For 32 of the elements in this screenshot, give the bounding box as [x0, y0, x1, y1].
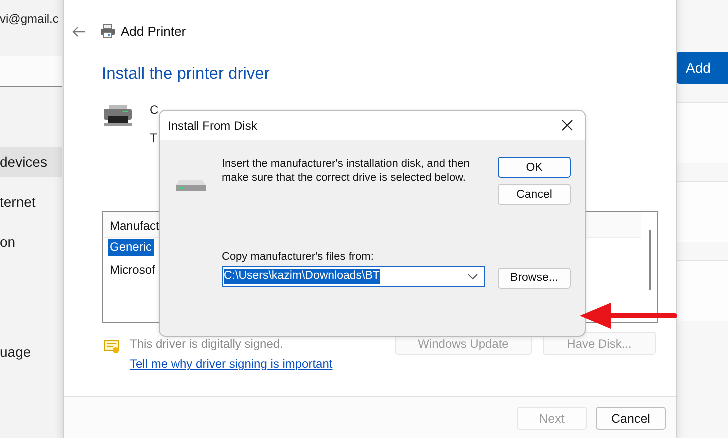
list-item[interactable]: Microsof — [108, 262, 158, 279]
signature-note: This driver is digitally signed. — [130, 336, 284, 350]
scrollbar[interactable] — [649, 230, 651, 290]
certificate-icon — [104, 340, 120, 354]
sidebar-item[interactable]: on — [0, 227, 62, 257]
footer-button[interactable]: Cancel — [596, 407, 666, 430]
search-field[interactable] — [0, 56, 62, 87]
sidebar-item[interactable]: devices — [0, 147, 62, 177]
chevron-down-icon — [468, 274, 478, 280]
back-arrow-icon — [72, 26, 86, 38]
dialog-button[interactable]: Cancel — [498, 184, 571, 205]
dialog-button[interactable]: OK — [498, 157, 571, 178]
disk-drive-icon — [176, 179, 206, 191]
sidebar-item[interactable]: ternet — [0, 187, 62, 217]
printer-icon — [100, 24, 116, 39]
list-item[interactable]: Generic — [108, 239, 154, 256]
close-icon — [562, 120, 573, 131]
browse-button[interactable]: Browse... — [498, 268, 571, 288]
page-heading: Install the printer driver — [102, 65, 271, 84]
add-button[interactable]: Add — [676, 52, 728, 84]
column-header: Manufact — [109, 218, 160, 235]
sidebar-item[interactable]: uage — [0, 337, 62, 367]
account-email: vi@gmail.c — [0, 12, 60, 26]
help-link[interactable]: Tell me why driver signing is important — [130, 357, 333, 371]
dialog-title: Install From Disk — [168, 118, 258, 132]
path-combo-box[interactable]: C:\Users\kazim\Downloads\BT — [222, 266, 485, 287]
info-text: C — [150, 103, 159, 119]
path-label: Copy manufacturer's files from: — [222, 250, 375, 265]
info-text: T — [150, 131, 158, 147]
window-title: Add Printer — [121, 24, 186, 39]
dialog-message: Insert the manufacturer's installation disk, and then make sure that the correct drive is selected below. — [222, 157, 471, 186]
printer-icon — [104, 105, 132, 126]
